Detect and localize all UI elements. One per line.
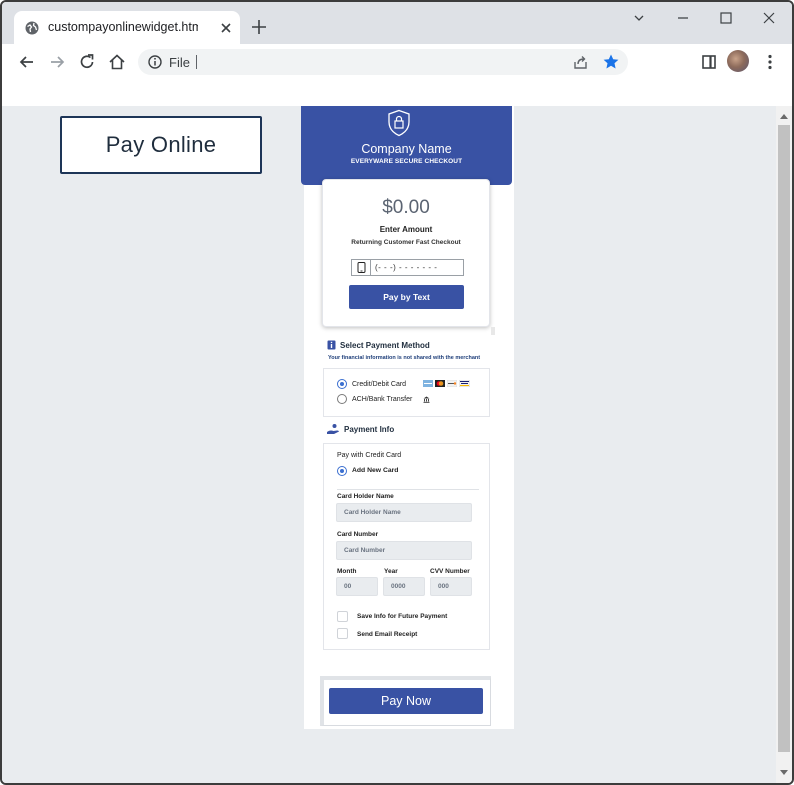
checkout-banner: Company Name EVERYWARE SECURE CHECKOUT	[301, 106, 512, 185]
address-scheme: File	[169, 55, 190, 70]
new-tab-icon[interactable]	[250, 18, 268, 36]
share-icon[interactable]	[572, 54, 589, 71]
year-label: Year	[384, 568, 398, 575]
reload-icon[interactable]	[77, 52, 97, 72]
pay-online-button[interactable]: Pay Online	[60, 116, 262, 174]
tab-search-icon[interactable]	[629, 8, 649, 28]
browser-toolbar: File	[2, 44, 792, 80]
more-menu-icon[interactable]	[760, 52, 780, 72]
card-brand-logos	[423, 380, 473, 387]
save-info-checkbox[interactable]	[337, 611, 348, 622]
phone-input[interactable]: (- - -) - - - - - - -	[351, 259, 464, 276]
tab-strip: custompayonlinewidget.html	[2, 2, 792, 45]
card-holder-label: Card Holder Name	[337, 493, 394, 500]
info-badge-icon	[327, 340, 336, 350]
payment-method-heading: Select Payment Method	[340, 341, 430, 350]
year-input[interactable]: 0000	[383, 577, 425, 596]
phone-icon	[357, 262, 366, 273]
address-bar[interactable]: File	[138, 49, 628, 75]
close-window-icon[interactable]	[759, 8, 779, 28]
amount-display[interactable]: $0.00	[323, 197, 489, 219]
payment-method-options: Credit/Debit Card ACH/Bank Transfer	[323, 368, 490, 417]
phone-icon-box	[352, 260, 371, 275]
cvv-input[interactable]: 000	[430, 577, 472, 596]
month-input[interactable]: 00	[336, 577, 378, 596]
returning-customer-label: Returning Customer Fast Checkout	[351, 239, 461, 246]
shield-lock-icon	[388, 109, 410, 137]
side-panel-icon[interactable]	[699, 52, 719, 72]
pay-by-text-button[interactable]: Pay by Text	[349, 285, 464, 309]
save-info-label: Save Info for Future Payment	[357, 613, 448, 620]
profile-avatar[interactable]	[727, 50, 749, 72]
scroll-thumb[interactable]	[778, 125, 790, 752]
globe-icon	[25, 21, 39, 35]
send-receipt-label: Send Email Receipt	[357, 631, 418, 638]
month-label: Month	[337, 568, 357, 575]
card-holder-input[interactable]: Card Holder Name	[336, 503, 472, 522]
bookmark-star-icon[interactable]	[602, 53, 620, 71]
secure-checkout-label: EVERYWARE SECURE CHECKOUT	[350, 158, 463, 165]
send-receipt-checkbox[interactable]	[337, 628, 348, 639]
minimize-icon[interactable]	[673, 8, 693, 28]
address-separator	[196, 55, 197, 69]
ach-radio[interactable]	[337, 394, 347, 404]
ach-option-label[interactable]: ACH/Bank Transfer	[352, 396, 412, 403]
checkout-widget: Company Name EVERYWARE SECURE CHECKOUT $…	[301, 106, 514, 729]
add-new-card-label[interactable]: Add New Card	[352, 467, 398, 474]
scroll-down-arrow-icon[interactable]	[780, 770, 788, 775]
pay-with-credit-card-label: Pay with Credit Card	[337, 452, 402, 459]
mastercard-icon	[435, 380, 445, 387]
forward-arrow-icon[interactable]	[47, 52, 67, 72]
tab-active[interactable]: custompayonlinewidget.html	[14, 11, 240, 45]
bank-icon	[423, 396, 430, 403]
back-arrow-icon[interactable]	[17, 52, 37, 72]
card-number-label: Card Number	[337, 531, 379, 538]
vertical-scrollbar[interactable]	[776, 106, 792, 783]
hand-coin-icon	[327, 424, 339, 434]
info-icon[interactable]	[147, 54, 163, 70]
card-shadow	[491, 327, 495, 335]
visa-icon	[459, 380, 470, 387]
company-name: Company Name	[361, 142, 452, 156]
browser-window: custompayonlinewidget.html File Pay Onli…	[0, 0, 794, 785]
add-new-card-radio[interactable]	[337, 466, 347, 476]
enter-amount-label: Enter Amount	[379, 225, 433, 234]
pay-now-panel: Pay Now	[320, 676, 491, 726]
payment-method-subheading: Your financial information is not shared…	[328, 355, 481, 361]
pay-now-button[interactable]: Pay Now	[329, 688, 483, 714]
phone-placeholder: (- - -) - - - - - - -	[375, 263, 438, 272]
payment-info-panel: Pay with Credit Card Add New Card Card H…	[323, 443, 490, 650]
home-icon[interactable]	[107, 52, 127, 72]
amex-icon	[423, 380, 433, 387]
cvv-label: CVV Number	[430, 568, 470, 575]
maximize-icon[interactable]	[716, 8, 736, 28]
payment-info-divider	[337, 489, 479, 490]
payment-info-heading: Payment Info	[344, 425, 395, 434]
close-tab-icon[interactable]	[218, 20, 234, 36]
amount-card: $0.00 Enter Amount Returning Customer Fa…	[322, 179, 490, 327]
page-viewport: Pay Online Company Name EVERYWARE SECURE…	[2, 106, 776, 783]
card-number-input[interactable]: Card Number	[336, 541, 472, 560]
credit-card-option-label[interactable]: Credit/Debit Card	[352, 381, 406, 388]
tab-title: custompayonlinewidget.html	[48, 20, 198, 34]
scroll-up-arrow-icon[interactable]	[780, 114, 788, 119]
discover-icon	[447, 380, 457, 387]
credit-card-radio[interactable]	[337, 379, 347, 389]
